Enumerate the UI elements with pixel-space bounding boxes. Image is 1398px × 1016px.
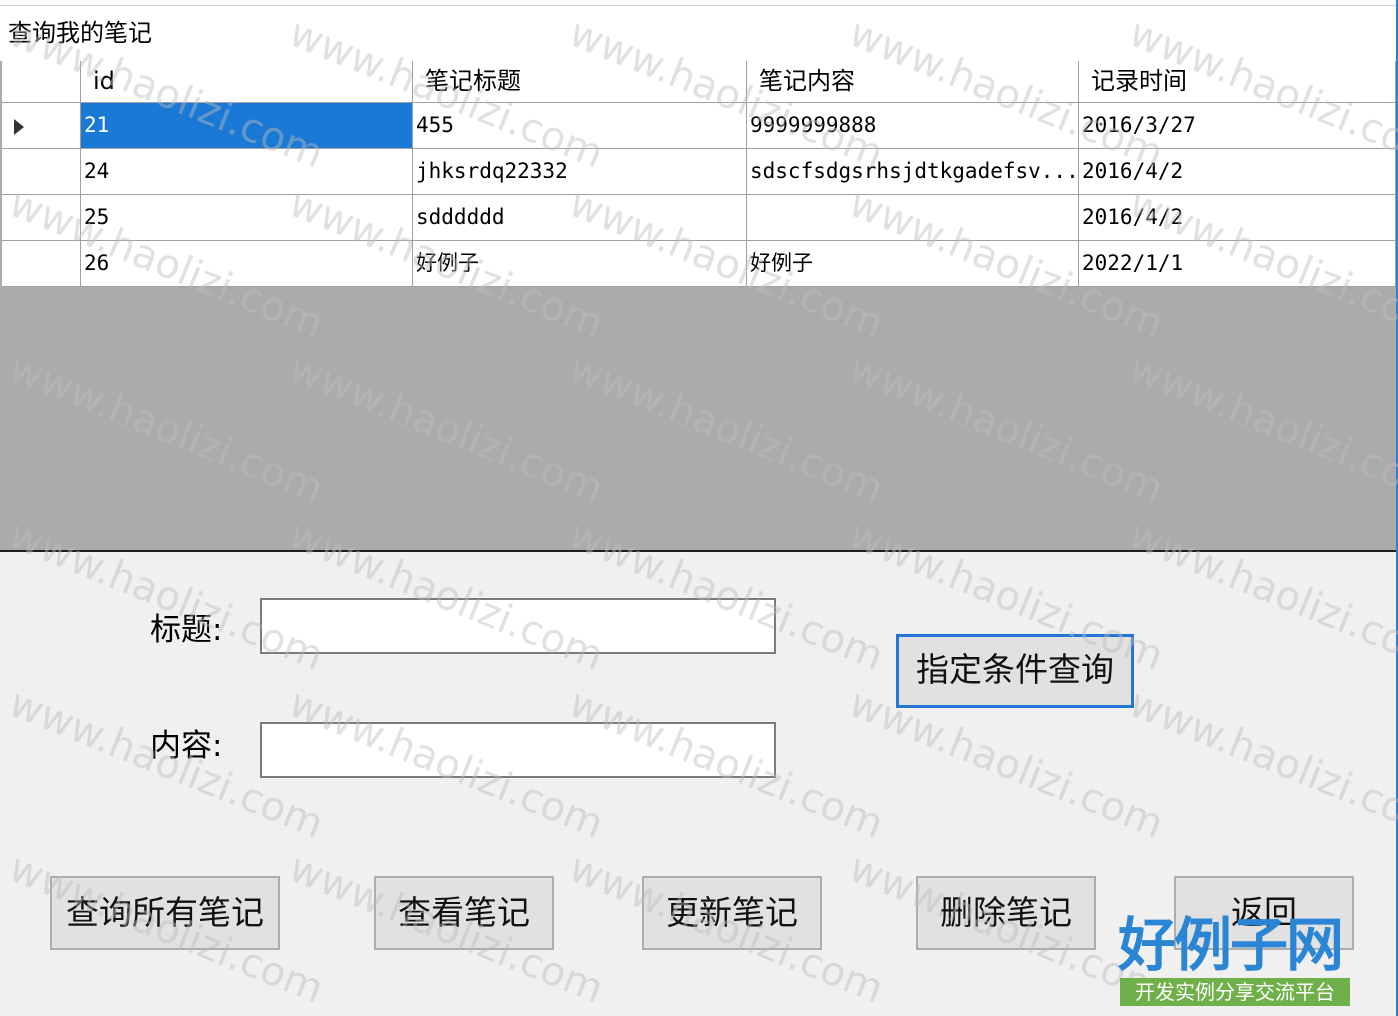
column-header-title[interactable]: 笔记标题: [413, 61, 747, 103]
row-header[interactable]: [2, 149, 81, 195]
title-input[interactable]: [260, 598, 776, 654]
cell-time[interactable]: 2016/4/2: [1079, 195, 1396, 241]
cell-title[interactable]: 好例子: [413, 241, 747, 287]
cell-id[interactable]: 26: [81, 241, 413, 287]
cell-id[interactable]: 24: [81, 149, 413, 195]
groupbox-title: 查询我的笔记: [0, 6, 1396, 61]
cell-content[interactable]: [747, 195, 1079, 241]
title-label: 标题:: [150, 612, 223, 648]
delete-note-button[interactable]: 删除笔记: [916, 876, 1096, 950]
column-header-id[interactable]: id: [81, 61, 413, 103]
table-row[interactable]: 25 sdddddd 2016/4/2: [2, 195, 1396, 241]
logo-tagline: 开发实例分享交流平台: [1120, 978, 1350, 1006]
logo-text: 好例子网: [1118, 911, 1344, 979]
notes-groupbox: 查询我的笔记 id 笔记标题 笔记内容 记录时间 21 455 99999998…: [0, 6, 1396, 552]
cell-content[interactable]: 9999999888: [747, 103, 1079, 149]
column-header-content[interactable]: 笔记内容: [747, 61, 1079, 103]
table-row[interactable]: 24 jhksrdq22332 sdscfsdgsrhsjdtkgadefsv.…: [2, 149, 1396, 195]
cell-time[interactable]: 2022/1/1: [1079, 241, 1396, 287]
cell-title[interactable]: sdddddd: [413, 195, 747, 241]
query-all-notes-button[interactable]: 查询所有笔记: [50, 876, 280, 950]
cell-id[interactable]: 25: [81, 195, 413, 241]
table-row[interactable]: 26 好例子 好例子 2022/1/1: [2, 241, 1396, 287]
table-row[interactable]: 21 455 9999999888 2016/3/27: [2, 103, 1396, 149]
cell-time[interactable]: 2016/4/2: [1079, 149, 1396, 195]
current-row-arrow-icon: [14, 119, 24, 135]
cell-content[interactable]: sdscfsdgsrhsjdtkgadefsv...: [747, 149, 1079, 195]
view-note-button[interactable]: 查看笔记: [374, 876, 554, 950]
grid-header: id 笔记标题 笔记内容 记录时间: [2, 61, 1396, 103]
content-input[interactable]: [260, 722, 776, 778]
cell-time[interactable]: 2016/3/27: [1079, 103, 1396, 149]
cell-content[interactable]: 好例子: [747, 241, 1079, 287]
cell-id[interactable]: 21: [81, 103, 413, 149]
row-header[interactable]: [2, 241, 81, 287]
update-note-button[interactable]: 更新笔记: [642, 876, 822, 950]
row-header[interactable]: [2, 195, 81, 241]
content-label: 内容:: [150, 728, 223, 764]
row-header[interactable]: [2, 103, 81, 149]
cell-title[interactable]: jhksrdq22332: [413, 149, 747, 195]
site-logo: 好例子网 开发实例分享交流平台: [1118, 912, 1350, 1010]
cell-title[interactable]: 455: [413, 103, 747, 149]
row-header-corner: [2, 61, 81, 103]
watermark-text: www.haolizi.com: [1122, 680, 1398, 848]
column-header-time[interactable]: 记录时间: [1079, 61, 1396, 103]
conditional-query-button[interactable]: 指定条件查询: [896, 634, 1134, 708]
